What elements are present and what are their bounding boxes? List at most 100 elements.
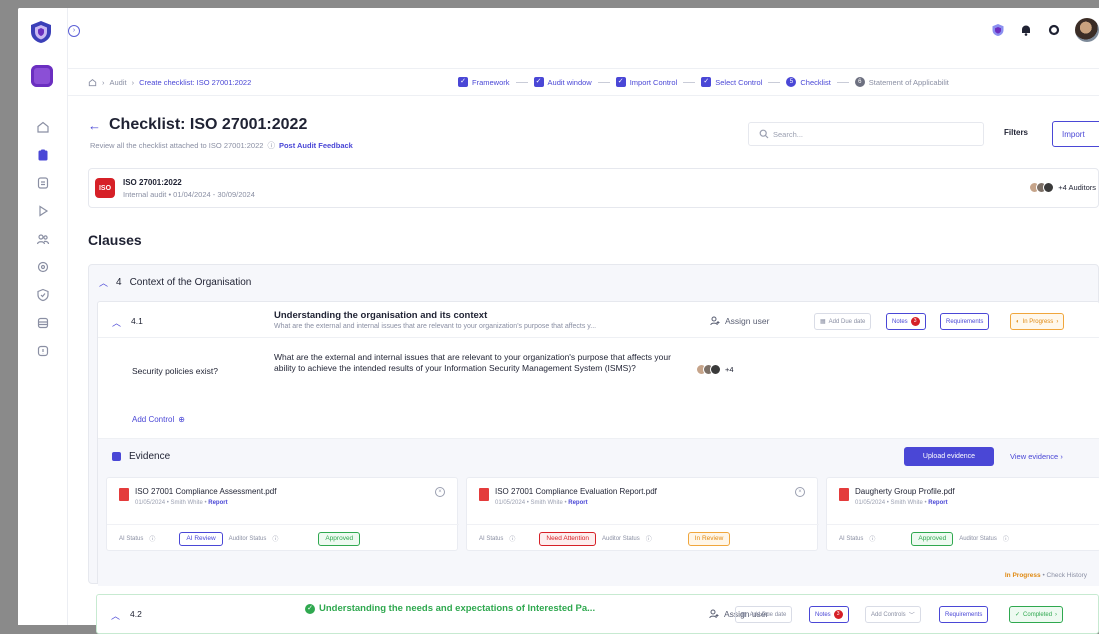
- ai-status-badge[interactable]: Need Attention: [539, 531, 597, 546]
- step-import-control[interactable]: ✓ Import Control: [615, 77, 677, 87]
- file-meta: 01/05/2024 • Smith White • Report: [135, 500, 228, 506]
- control-auditors[interactable]: +4: [696, 364, 734, 375]
- home-icon[interactable]: [18, 116, 68, 138]
- ai-status-label: AI Status: [479, 535, 504, 542]
- user-icon: [709, 609, 719, 619]
- breadcrumb-audit[interactable]: Audit: [110, 78, 127, 87]
- evidence-file-card[interactable]: ISO 27001 Compliance Evaluation Report.p…: [466, 477, 819, 551]
- control-question: What are the external and internal issue…: [274, 352, 671, 373]
- back-arrow-icon[interactable]: ←: [88, 118, 101, 133]
- file-name: ISO 27001 Compliance Evaluation Report.p…: [495, 487, 657, 496]
- check-icon: ✓: [701, 77, 712, 87]
- add-due-date-button[interactable]: ▦ Add Due date: [814, 313, 872, 330]
- clause-toggle[interactable]: ︿ 4.2: [111, 609, 142, 622]
- breadcrumb-current[interactable]: Create checklist: ISO 27001:2022: [139, 78, 251, 87]
- auditor-status-badge[interactable]: In Review: [687, 531, 731, 546]
- sidebar: ›: [18, 8, 80, 625]
- shield-status-icon[interactable]: [991, 23, 1005, 37]
- auditor-status-badge[interactable]: Approved: [318, 531, 361, 546]
- framework-name: ISO 27001:2022: [123, 177, 182, 187]
- add-control-link[interactable]: Add Control ⊕: [132, 415, 185, 424]
- page-subtitle: Review all the checklist attached to ISO…: [90, 141, 264, 150]
- top-right-actions: [991, 18, 1099, 42]
- step-statement-of-applicability[interactable]: 6 Statement of Applicabilit: [854, 77, 949, 87]
- status-completed-button[interactable]: ✓ Completed ›: [1009, 606, 1064, 623]
- breadcrumb-separator: ›: [131, 77, 135, 87]
- step-audit-window[interactable]: ✓ Audit window: [533, 77, 592, 87]
- search-icon: [759, 129, 769, 139]
- upload-evidence-button[interactable]: Upload evidence: [904, 447, 994, 466]
- footer-status: In Progress: [1004, 572, 1041, 579]
- auditor-status-label: Auditor Status: [228, 535, 267, 542]
- auditor-avatars: [1029, 182, 1055, 193]
- badge-icon[interactable]: [18, 284, 68, 306]
- ai-status-badge[interactable]: AI Review: [179, 531, 223, 546]
- remove-file-icon[interactable]: ×: [795, 487, 805, 497]
- clause-title: Understanding the organisation and its c…: [274, 310, 488, 321]
- breadcrumb: › Audit › Create checklist: ISO 27001:20…: [68, 78, 458, 87]
- report-link[interactable]: Report: [208, 500, 227, 506]
- settings-icon[interactable]: [18, 256, 68, 278]
- file-name: ISO 27001 Compliance Assessment.pdf: [135, 487, 277, 496]
- step-checklist[interactable]: 5 Checklist: [786, 77, 831, 87]
- view-evidence-link[interactable]: View evidence ›: [1010, 452, 1063, 461]
- home-crumb-icon[interactable]: [88, 78, 97, 87]
- auditors-group[interactable]: +4 Auditors: [1029, 182, 1096, 193]
- bell-icon[interactable]: [1019, 23, 1033, 37]
- add-controls-button[interactable]: Add Controls ﹀: [865, 606, 921, 623]
- database-icon[interactable]: [18, 312, 68, 334]
- info-icon: ⓘ: [1002, 537, 1009, 543]
- expand-sidebar-icon[interactable]: ›: [68, 25, 80, 37]
- user-avatar[interactable]: [1075, 18, 1099, 42]
- chevron-right-icon: ›: [1055, 611, 1058, 618]
- users-icon[interactable]: [18, 228, 68, 250]
- play-icon[interactable]: [18, 200, 68, 222]
- workspace-avatar[interactable]: [31, 65, 53, 87]
- clipboard-icon[interactable]: [18, 144, 68, 166]
- ai-status-badge[interactable]: Approved: [911, 531, 954, 546]
- add-due-date-button[interactable]: ▦ Add Due date: [735, 606, 793, 623]
- check-icon: ✓: [458, 77, 468, 87]
- remove-file-icon[interactable]: ×: [435, 487, 445, 497]
- assign-user-button[interactable]: Assign user: [710, 316, 769, 326]
- page-title: Checklist: ISO 27001:2022: [109, 116, 308, 133]
- info-icon: ⓘ: [267, 141, 275, 150]
- evidence-header: Evidence: [112, 451, 170, 462]
- step-select-control[interactable]: ✓ Select Control: [701, 77, 762, 87]
- requirements-button[interactable]: Requirements: [940, 313, 990, 330]
- user-icon: [710, 316, 720, 326]
- framework-card: ISO ISO 27001:2022 Internal audit • 01/0…: [88, 168, 1099, 208]
- calendar-icon: ▦: [741, 612, 747, 618]
- file-meta: 01/05/2024 • Smith White • Report: [495, 500, 588, 506]
- section-header[interactable]: ︿ 4 Context of the Organisation: [99, 276, 251, 289]
- evidence-file-card[interactable]: Daugherty Group Profile.pdf 01/05/2024 •…: [826, 477, 1099, 551]
- iso-logo-icon: ISO: [95, 178, 115, 198]
- checkbox-icon[interactable]: [112, 452, 121, 461]
- filters-button[interactable]: Filters: [1004, 128, 1028, 137]
- breadcrumb-bar: › Audit › Create checklist: ISO 27001:20…: [68, 68, 1099, 96]
- step-framework[interactable]: ✓ Framework: [458, 77, 510, 87]
- circle-icon[interactable]: [1047, 23, 1061, 37]
- notes-button[interactable]: Notes 3: [809, 606, 849, 623]
- notes-button[interactable]: Notes 3: [886, 313, 926, 330]
- import-button[interactable]: Import: [1052, 121, 1099, 147]
- shield-logo-icon[interactable]: [30, 20, 52, 44]
- status-in-progress-button[interactable]: ◐ In Progress ›: [1010, 313, 1065, 330]
- auditor-status-label: Auditor Status: [959, 535, 997, 542]
- auditor-status-label: Auditor Status: [602, 535, 640, 542]
- requirements-button[interactable]: Requirements: [939, 606, 989, 623]
- post-audit-feedback-link[interactable]: Post Audit Feedback: [279, 141, 353, 150]
- file-icon[interactable]: [18, 172, 68, 194]
- search-input[interactable]: Search...: [748, 122, 984, 146]
- clause-toggle[interactable]: ︿ 4.1: [112, 316, 143, 329]
- ai-status-label: AI Status: [119, 535, 144, 542]
- info-icon: ⓘ: [645, 537, 652, 543]
- info-icon[interactable]: [18, 340, 68, 362]
- report-link[interactable]: Report: [568, 500, 587, 506]
- report-link[interactable]: Report: [928, 500, 947, 506]
- chevron-down-icon: ﹀: [908, 613, 915, 619]
- file-status-row: AI Status ⓘ AI Review Auditor Status ⓘ App…: [107, 524, 459, 552]
- stepper: ✓ Framework ✓ Audit window ✓ Import Control…: [458, 77, 949, 87]
- evidence-file-card[interactable]: ISO 27001 Compliance Assessment.pdf 01/0…: [106, 477, 459, 552]
- check-history-link[interactable]: Check History: [1047, 572, 1087, 579]
